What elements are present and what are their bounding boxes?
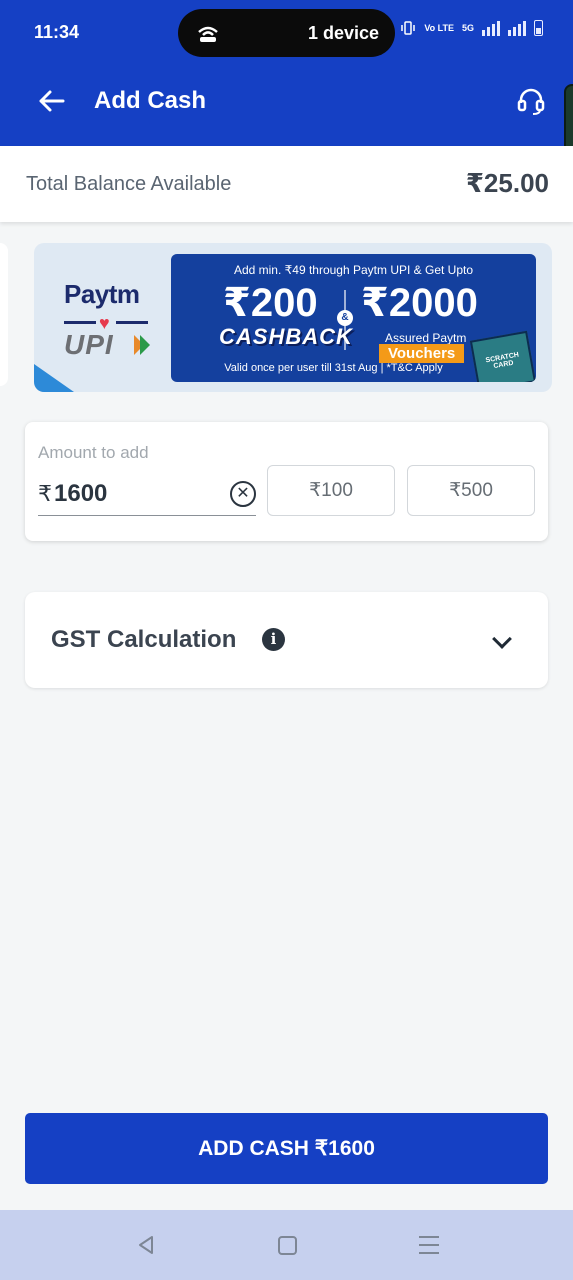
gst-accordion[interactable]: GST Calculation i	[25, 592, 548, 688]
hotspot-device-count: 1 device	[307, 22, 379, 43]
voucher-caption: Assured Paytm	[385, 331, 467, 345]
nav-home-icon[interactable]	[278, 1236, 297, 1255]
status-icons: Vo LTE 5G	[400, 20, 543, 36]
balance-label: Total Balance Available	[26, 173, 232, 195]
logo-divider	[64, 321, 96, 324]
scratch-card-image: SCRATCH CARD	[469, 330, 536, 382]
balance-card: Total Balance Available ₹25.00	[0, 146, 573, 222]
cashback-amount: ₹200	[223, 281, 318, 325]
app-header: 11:34 1 device Vo LTE 5G Add Cash	[0, 0, 573, 146]
hotspot-icon	[198, 26, 218, 42]
nav-back-icon[interactable]	[136, 1235, 156, 1255]
network-type: 5G	[461, 23, 474, 33]
balance-value: ₹25.00	[465, 168, 549, 198]
info-icon[interactable]: i	[262, 628, 285, 651]
cashback-label: CASHBACK	[219, 324, 353, 349]
upi-logo: UPI	[64, 329, 114, 360]
close-icon: ✕	[236, 485, 250, 502]
chevron-down-icon[interactable]	[492, 629, 512, 649]
gst-title: GST Calculation	[51, 626, 237, 653]
previous-banner-peek[interactable]	[0, 243, 8, 386]
page-title: Add Cash	[94, 87, 207, 114]
add-cash-button[interactable]: ADD CASH ₹1600	[25, 1113, 548, 1184]
headset-icon	[517, 88, 545, 115]
system-nav-bar	[0, 1210, 573, 1280]
upi-arrow-icon	[140, 335, 150, 355]
amount-input[interactable]: ₹ 1600 ✕	[38, 472, 256, 516]
status-time: 11:34	[34, 22, 80, 42]
volte-indicator: Vo LTE	[424, 23, 454, 33]
back-arrow-icon	[39, 90, 65, 112]
back-button[interactable]	[30, 80, 72, 122]
currency-symbol: ₹	[38, 480, 52, 506]
signal-icon	[482, 20, 500, 36]
clear-amount-button[interactable]: ✕	[230, 481, 256, 507]
voucher-amount: ₹2000	[361, 281, 478, 325]
quick-amount-100[interactable]: ₹100	[267, 465, 395, 516]
voucher-label: Vouchers	[379, 344, 465, 363]
amount-label: Amount to add	[38, 443, 149, 462]
signal-2-icon	[508, 20, 526, 36]
support-button[interactable]	[512, 82, 550, 120]
logo-divider	[116, 321, 148, 324]
offer-headline: Add min. ₹49 through Paytm UPI & Get Upt…	[233, 263, 474, 277]
quick-amount-500[interactable]: ₹500	[407, 465, 535, 516]
amount-card: Amount to add ₹ 1600 ✕ ₹100 ₹500	[25, 422, 548, 541]
battery-icon	[534, 20, 543, 36]
banner-decoration	[34, 364, 74, 392]
paytm-logo: Paytm	[64, 279, 140, 309]
hotspot-pill[interactable]: 1 device	[178, 9, 395, 57]
vibrate-icon	[401, 21, 416, 35]
promo-banner[interactable]: Paytm ♥ UPI Add min. ₹49 through Paytm U…	[34, 243, 552, 392]
nav-recents-icon[interactable]	[419, 1235, 439, 1255]
amount-value: 1600	[54, 479, 108, 507]
offer-panel: Add min. ₹49 through Paytm UPI & Get Upt…	[171, 254, 536, 382]
